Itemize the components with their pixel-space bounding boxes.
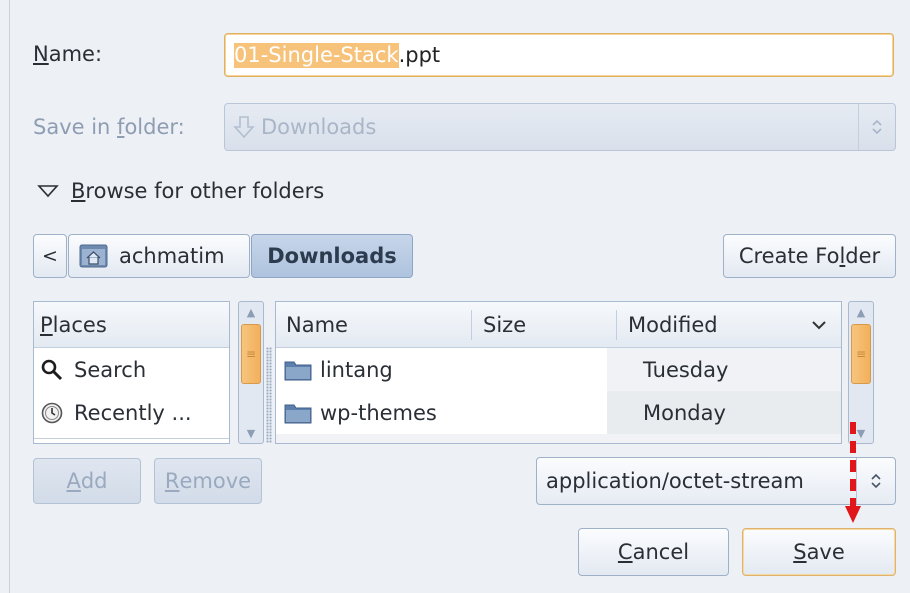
column-name-header[interactable]: Name	[276, 313, 471, 337]
breadcrumb-current-downloads[interactable]: Downloads	[251, 234, 413, 278]
file-scroll-thumb[interactable]: ≡	[851, 324, 871, 384]
scroll-down-icon[interactable]: ▼	[239, 423, 263, 443]
add-place-button[interactable]: Add	[33, 458, 141, 504]
places-scroll-thumb[interactable]: ≡	[241, 324, 261, 384]
dialog-edge	[9, 0, 10, 593]
filename-extension: .ppt	[398, 43, 441, 67]
file-modified: Tuesday	[643, 357, 729, 382]
sort-chevron-down-icon	[812, 320, 826, 329]
save-in-folder-value: Downloads	[261, 115, 377, 139]
breadcrumb-home-button[interactable]: achmatim	[68, 234, 250, 278]
save-in-folder-combo: Downloads	[224, 103, 896, 151]
remove-place-button[interactable]: Remove	[154, 458, 262, 504]
search-icon	[41, 359, 63, 380]
folder-icon	[284, 404, 312, 423]
annotation-arrow-icon	[845, 422, 861, 523]
download-arrow-icon	[233, 116, 255, 139]
browse-expander[interactable]: Browse for other folders	[37, 179, 324, 203]
name-label: Name:	[33, 42, 103, 66]
column-modified-header[interactable]: Modified	[617, 313, 841, 337]
file-row[interactable]: lintang Tuesday	[276, 348, 841, 391]
scroll-up-icon[interactable]: ▲	[239, 302, 263, 322]
places-panel: Places Search Recently ...	[33, 301, 230, 444]
breadcrumb-back-button[interactable]: <	[33, 234, 67, 278]
combo-updown-icon	[858, 104, 895, 150]
filename-selected-text: 01-Single-Stack	[234, 42, 399, 68]
places-item-recently[interactable]: Recently ...	[34, 391, 229, 434]
create-folder-button[interactable]: Create Fo l der	[723, 234, 896, 278]
file-row-partial	[276, 434, 841, 443]
cancel-button[interactable]: Cancel	[578, 528, 729, 576]
column-size-header[interactable]: Size	[472, 313, 616, 337]
triangle-down-icon	[37, 185, 59, 198]
places-scrollbar[interactable]: ▲ ≡ ▼	[238, 301, 264, 444]
filename-input[interactable]: 01-Single-Stack .ppt	[224, 33, 894, 77]
save-in-folder-label: Save in folder:	[33, 115, 185, 139]
places-item-search[interactable]: Search	[34, 348, 229, 391]
pane-resize-handle[interactable]	[266, 347, 272, 443]
home-folder-icon	[79, 244, 108, 268]
file-row[interactable]: wp-themes Monday	[276, 391, 841, 434]
places-header[interactable]: Places	[34, 302, 229, 348]
recent-icon	[41, 402, 63, 423]
file-list-panel: Name Size Modified lintang Tuesday wp-th…	[275, 301, 842, 444]
file-modified: Monday	[643, 400, 726, 425]
file-list-header: Name Size Modified	[276, 302, 841, 348]
chevron-left-icon: <	[42, 245, 58, 267]
scroll-up-icon[interactable]: ▲	[849, 302, 873, 322]
places-divider	[34, 438, 229, 439]
folder-icon	[284, 361, 312, 380]
save-button[interactable]: Save	[742, 528, 896, 576]
